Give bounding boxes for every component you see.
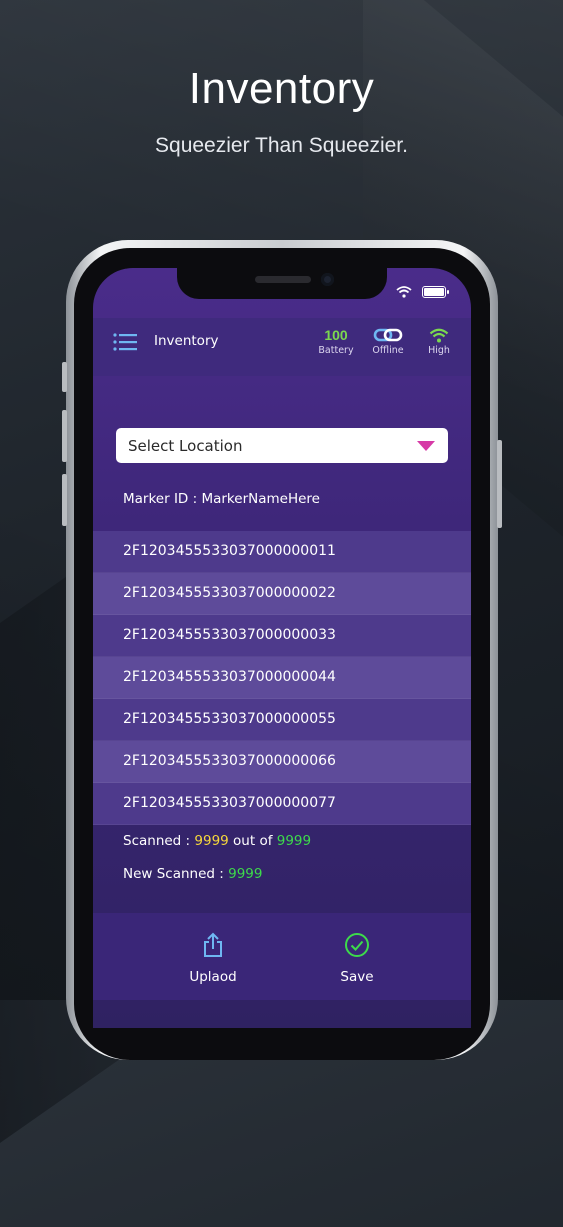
tag-row[interactable]: 2F1203455533037000000044 bbox=[93, 657, 471, 699]
wifi-icon bbox=[396, 286, 412, 298]
battery-value: 100 bbox=[324, 327, 348, 343]
volume-down-button bbox=[62, 474, 67, 526]
signal-label: High bbox=[428, 345, 450, 356]
upload-icon bbox=[204, 932, 222, 957]
mute-switch bbox=[62, 362, 67, 392]
save-label: Save bbox=[340, 969, 374, 985]
tag-row[interactable]: 2F1203455533037000000066 bbox=[93, 741, 471, 783]
location-dropdown[interactable]: Select Location bbox=[116, 428, 448, 463]
wifi-signal-icon bbox=[429, 328, 449, 342]
new-scanned-label: New Scanned : bbox=[123, 866, 229, 882]
tag-row[interactable]: 2F120345553303700000001​1 bbox=[93, 531, 471, 573]
scanned-count: 9999 bbox=[194, 833, 229, 849]
app-header-title: Inventory bbox=[154, 333, 219, 349]
tag-row[interactable]: 2F1203455533037000000033 bbox=[93, 615, 471, 657]
front-camera bbox=[321, 273, 334, 286]
app-header bbox=[93, 318, 471, 376]
check-circle-icon bbox=[345, 933, 369, 957]
upload-button[interactable]: Uplaod bbox=[173, 930, 253, 985]
promo-headline: Inventory bbox=[188, 64, 375, 113]
link-chain-icon bbox=[373, 328, 403, 342]
new-scanned-count: 9999 bbox=[228, 866, 263, 882]
battery-status-icon bbox=[422, 286, 449, 298]
bottom-action-bar bbox=[93, 913, 471, 1000]
dropdown-arrow-icon bbox=[417, 441, 435, 451]
promo-tagline: Squeezier Than Squeezier. bbox=[155, 134, 408, 157]
new-scanned-summary: New Scanned : 9999 bbox=[123, 866, 262, 882]
total-count: 9999 bbox=[276, 833, 312, 849]
connection-label: Offline bbox=[372, 345, 404, 356]
scanned-label: Scanned : bbox=[123, 833, 195, 849]
save-button[interactable]: Save bbox=[317, 930, 397, 985]
location-dropdown-value: Select Location bbox=[128, 437, 243, 455]
power-button bbox=[497, 440, 502, 528]
hamburger-menu-icon[interactable] bbox=[113, 332, 137, 352]
tag-row[interactable]: 2F1203455533037000000077 bbox=[93, 783, 471, 825]
earpiece-speaker bbox=[255, 276, 311, 283]
status-bar-icons bbox=[396, 284, 449, 300]
upload-label: Uplaod bbox=[189, 969, 237, 985]
battery-indicator: 100 Battery bbox=[314, 326, 358, 356]
battery-label: Battery bbox=[318, 345, 354, 356]
tag-row[interactable]: 2F1203455533037000000022 bbox=[93, 573, 471, 615]
signal-indicator: High bbox=[417, 326, 461, 356]
tag-list: 2F120345553303700000001​1 2F120345553303… bbox=[93, 531, 471, 825]
connection-indicator: Offline bbox=[366, 326, 410, 356]
phone-notch bbox=[177, 268, 387, 299]
scanned-summary: Scanned : 9999 out of 9999 bbox=[123, 833, 311, 849]
out-of-label: out of bbox=[228, 833, 277, 849]
volume-up-button bbox=[62, 410, 67, 462]
tag-row[interactable]: 2F1203455533037000000055 bbox=[93, 699, 471, 741]
marker-id-label: Marker ID : MarkerNameHere bbox=[123, 491, 320, 507]
